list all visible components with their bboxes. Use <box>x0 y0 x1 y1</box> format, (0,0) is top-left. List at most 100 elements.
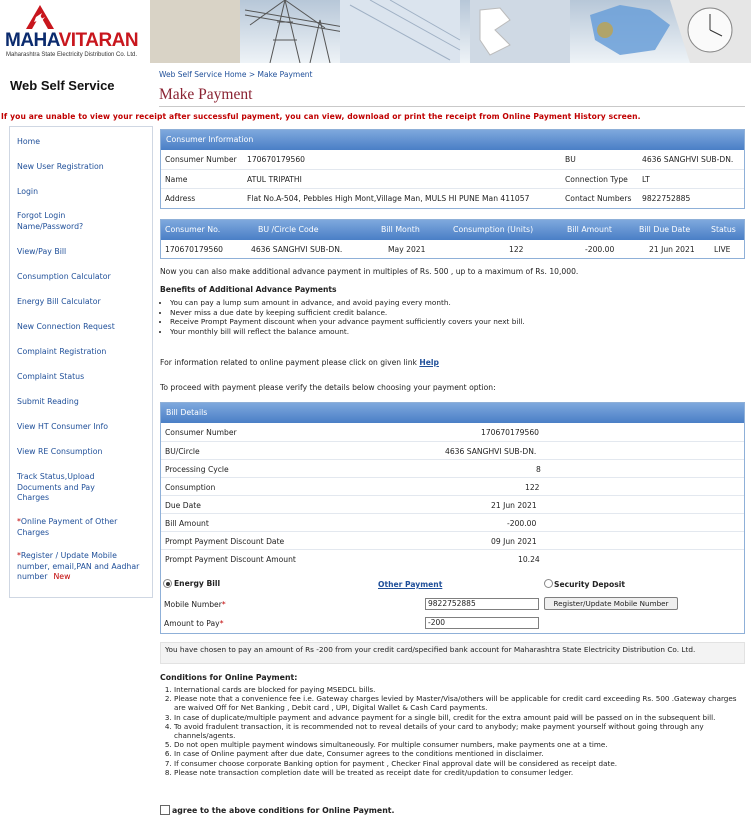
amount-to-pay-label: Amount to Pay* <box>164 619 224 628</box>
agree-label: agree to the above conditions for Online… <box>172 806 395 815</box>
site-title: Web Self Service <box>10 78 115 93</box>
list-item: Your monthly bill will reflect the balan… <box>170 327 525 337</box>
contact-value: 9822752885 <box>642 194 691 203</box>
detail-value: 8 <box>536 465 541 474</box>
detail-value: 122 <box>525 483 540 492</box>
consumer-number-value: 170670179560 <box>247 155 305 164</box>
bu-label: BU <box>565 155 576 164</box>
table-row: 170670179560 4636 SANGHVI SUB-DN. May 20… <box>161 240 744 258</box>
new-badge: New <box>53 572 71 581</box>
amount-input[interactable]: -200 <box>425 617 539 629</box>
detail-row: Consumer Number 170670179560 <box>161 423 744 441</box>
energy-bill-radio[interactable] <box>163 579 172 588</box>
detail-value: 10.24 <box>518 555 540 564</box>
logo-subtitle: Maharashtra State Electricity Distributi… <box>6 52 138 58</box>
other-payment-link[interactable]: Other Payment <box>378 580 442 589</box>
detail-label: Prompt Payment Discount Date <box>165 537 285 546</box>
address-value: Flat No.A-504, Pebbles High Mont,Village… <box>247 194 530 203</box>
sidebar-item-new-user-registration[interactable]: New User Registration <box>17 162 147 173</box>
sidebar-item-consumption-calculator[interactable]: Consumption Calculator <box>17 272 147 283</box>
sidebar: Home New User Registration Login Forgot … <box>9 126 153 598</box>
list-item: Receive Prompt Payment discount when you… <box>170 317 525 327</box>
detail-label: Processing Cycle <box>165 465 229 474</box>
logo: MAHAVITARAN Maharashtra State Electricit… <box>0 0 150 63</box>
advance-payment-note: Now you can also make additional advance… <box>160 267 579 276</box>
table-cell: 21 Jun 2021 <box>649 245 695 254</box>
sidebar-item-energy-bill-calculator[interactable]: Energy Bill Calculator <box>17 297 147 308</box>
sidebar-item-view-re-consumption[interactable]: View RE Consumption <box>17 447 147 458</box>
register-update-mobile-button[interactable]: Register/Update Mobile Number <box>544 597 678 610</box>
detail-value: 170670179560 <box>481 428 539 437</box>
bu-value: 4636 SANGHVI SUB-DN. <box>642 155 734 164</box>
sidebar-item-forgot-login[interactable]: Forgot Login Name/Password? <box>17 211 112 232</box>
benefits-title: Benefits of Additional Advance Payments <box>160 285 337 294</box>
name-label: Name <box>165 175 188 184</box>
divider <box>159 106 745 107</box>
banner-image <box>150 0 751 63</box>
list-item: International cards are blocked for payi… <box>174 685 744 694</box>
sidebar-item-new-connection[interactable]: New Connection Request <box>17 322 147 333</box>
column-header: Status <box>711 225 736 234</box>
connection-type-label: Connection Type <box>565 175 628 184</box>
help-text: For information related to online paymen… <box>160 358 439 367</box>
table-header: Consumer No. BU /Circle Code Bill Month … <box>161 220 744 240</box>
payment-notice: You have chosen to pay an amount of Rs -… <box>160 642 745 664</box>
table-cell: May 2021 <box>388 245 426 254</box>
detail-row: Prompt Payment Discount Amount 10.24 <box>161 549 744 567</box>
sidebar-item-home[interactable]: Home <box>17 137 147 148</box>
list-item: In case of duplicate/multiple payment an… <box>174 713 744 722</box>
list-item: Do not open multiple payment windows sim… <box>174 740 744 749</box>
mobile-number-label: Mobile Number* <box>164 600 226 609</box>
list-item: Please note transaction completion date … <box>174 768 744 777</box>
table-cell: 122 <box>509 245 524 254</box>
sidebar-item-online-payment-other[interactable]: *Online Payment of Other Charges <box>17 517 142 538</box>
sidebar-item-complaint-registration[interactable]: Complaint Registration <box>17 347 147 358</box>
column-header: Bill Month <box>381 225 420 234</box>
list-item: Never miss a due date by keeping suffici… <box>170 308 525 318</box>
name-value: ATUL TRIPATHI <box>247 175 302 184</box>
table-cell: 4636 SANGHVI SUB-DN. <box>251 245 343 254</box>
security-deposit-radio[interactable] <box>544 579 553 588</box>
column-header: Bill Amount <box>567 225 612 234</box>
consumer-info-panel: Consumer Information Consumer Number 170… <box>160 129 745 209</box>
column-header: Consumer No. <box>165 225 221 234</box>
benefits-list: You can pay a lump sum amount in advance… <box>170 298 525 336</box>
detail-row: Prompt Payment Discount Date 09 Jun 2021 <box>161 531 744 549</box>
sidebar-item-view-ht-consumer[interactable]: View HT Consumer Info <box>17 422 147 433</box>
sidebar-item-complaint-status[interactable]: Complaint Status <box>17 372 147 383</box>
conditions-title: Conditions for Online Payment: <box>160 673 298 682</box>
sidebar-item-register-update-mobile[interactable]: *Register / Update Mobile number, email,… <box>17 551 145 583</box>
detail-row: BU/Circle 4636 SANGHVI SUB-DN. <box>161 441 744 459</box>
sidebar-item-submit-reading[interactable]: Submit Reading <box>17 397 147 408</box>
detail-value: 09 Jun 2021 <box>491 537 537 546</box>
receipt-warning: If you are unable to view your receipt a… <box>1 112 641 121</box>
page-title: Make Payment <box>159 86 253 103</box>
conditions-list: International cards are blocked for payi… <box>174 685 744 777</box>
sidebar-item-login[interactable]: Login <box>17 187 147 198</box>
proceed-text: To proceed with payment please verify th… <box>160 383 496 392</box>
panel-heading: Consumer Information <box>161 130 744 150</box>
table-cell: LIVE <box>714 245 731 254</box>
logo-text: MAHAVITARAN <box>5 30 139 51</box>
column-header: BU /Circle Code <box>258 225 319 234</box>
header-banner: MAHAVITARAN Maharashtra State Electricit… <box>0 0 751 63</box>
column-header: Bill Due Date <box>639 225 691 234</box>
sidebar-item-track-status[interactable]: Track Status,Upload Documents and Pay Ch… <box>17 472 117 504</box>
detail-label: Consumer Number <box>165 428 237 437</box>
contact-label: Contact Numbers <box>565 194 632 203</box>
address-label: Address <box>165 194 196 203</box>
help-link[interactable]: Help <box>419 358 439 367</box>
list-item: You can pay a lump sum amount in advance… <box>170 298 525 308</box>
mobile-number-input[interactable]: 9822752885 <box>425 598 539 610</box>
bill-summary-table: Consumer No. BU /Circle Code Bill Month … <box>160 219 745 259</box>
detail-value: 21 Jun 2021 <box>491 501 537 510</box>
agree-checkbox[interactable] <box>160 805 170 815</box>
consumer-number-label: Consumer Number <box>165 155 237 164</box>
list-item: To avoid fradulent transaction, it is re… <box>174 722 744 740</box>
sidebar-item-view-pay-bill[interactable]: View/Pay Bill <box>17 247 147 258</box>
security-deposit-label: Security Deposit <box>554 580 625 589</box>
detail-row: Bill Amount -200.00 <box>161 513 744 531</box>
connection-type-value: LT <box>642 175 650 184</box>
logo-icon <box>26 5 54 29</box>
breadcrumb[interactable]: Web Self Service Home > Make Payment <box>159 70 313 79</box>
